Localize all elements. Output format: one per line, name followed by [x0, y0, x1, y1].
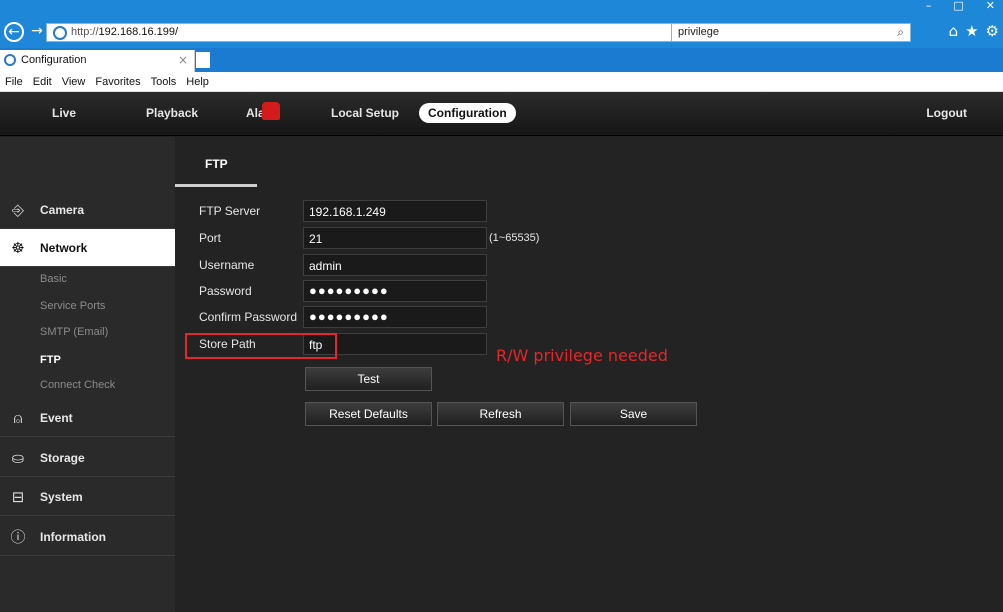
nav-playback[interactable]: Playback	[146, 106, 198, 120]
browser-titlebar: – □ ✕ ← → http://192.168.16.199/ ▾ ⟳ pri…	[0, 0, 1003, 48]
browser-tabbar: Configuration ×	[0, 48, 1003, 72]
forward-button[interactable]: →	[27, 22, 47, 42]
nav-configuration[interactable]: Configuration	[419, 103, 516, 123]
password-field[interactable]: ●●●●●●●●●	[303, 280, 487, 302]
minimize-icon[interactable]: –	[926, 0, 932, 14]
browser-tab[interactable]: Configuration ×	[0, 50, 195, 72]
event-icon: ⍝	[13, 409, 23, 427]
menu-favorites[interactable]: Favorites	[95, 76, 140, 88]
reset-defaults-button[interactable]: Reset Defaults	[305, 402, 432, 426]
port-label: Port	[199, 231, 222, 245]
information-icon: ⓘ	[10, 528, 26, 546]
system-icon: ⊟	[11, 488, 25, 506]
sidebar-item-label: Information	[40, 530, 106, 544]
password-label: Password	[199, 284, 252, 298]
address-url: http://192.168.16.199/	[71, 26, 178, 38]
sidebar-subitem-ftp[interactable]: FTP	[40, 354, 61, 366]
privilege-annotation: R/W privilege needed	[496, 346, 668, 365]
port-range-hint: (1~65535)	[489, 232, 540, 244]
confirm-password-label: Confirm Password	[199, 310, 298, 324]
sidebar-subitem-service-ports[interactable]: Service Ports	[40, 300, 105, 312]
search-input[interactable]: privilege ⌕	[671, 23, 911, 42]
ie-page-icon	[53, 26, 67, 40]
address-bar[interactable]: http://192.168.16.199/ ▾ ⟳	[46, 23, 698, 42]
sidebar-item-label: Camera	[40, 203, 85, 217]
search-value: privilege	[678, 26, 719, 38]
tab-ftp-label: FTP	[205, 157, 228, 171]
favorites-icon[interactable]: ★	[965, 22, 978, 40]
menu-view[interactable]: View	[62, 76, 86, 88]
tab-ftp[interactable]: FTP	[175, 137, 257, 187]
nav-live[interactable]: Live	[52, 106, 76, 120]
sidebar-subitem-basic[interactable]: Basic	[40, 273, 67, 285]
sidebar-item-system[interactable]: ⊟ System	[0, 478, 175, 516]
address-url-host: 192.168.16.199/	[98, 26, 179, 38]
sidebar-subitem-connect-check[interactable]: Connect Check	[40, 379, 115, 391]
storage-icon: ⛀	[11, 449, 25, 467]
ftp-server-label: FTP Server	[199, 204, 261, 218]
store-path-field[interactable]: ftp	[303, 333, 487, 355]
address-url-prefix: http://	[71, 26, 99, 38]
menu-file[interactable]: File	[5, 76, 23, 88]
browser-menubar: File Edit View Favorites Tools Help	[0, 72, 1003, 92]
sidebar-item-label: System	[40, 490, 83, 504]
tab-close-icon[interactable]: ×	[178, 53, 188, 67]
sidebar-item-camera[interactable]: ⎆ Camera	[0, 191, 175, 229]
menu-help[interactable]: Help	[186, 76, 209, 88]
tab-favicon-icon	[4, 54, 16, 66]
port-field[interactable]: 21	[303, 227, 487, 249]
save-button[interactable]: Save	[570, 402, 697, 426]
camera-icon: ⎆	[11, 201, 24, 219]
logout-button[interactable]: Logout	[926, 106, 967, 120]
home-icon[interactable]: ⌂	[949, 22, 959, 40]
username-label: Username	[199, 258, 255, 272]
sidebar-item-event[interactable]: ⍝ Event	[0, 399, 175, 437]
sidebar-subitem-smtp[interactable]: SMTP (Email)	[40, 326, 108, 338]
new-tab-button[interactable]	[196, 52, 210, 68]
menu-tools[interactable]: Tools	[151, 76, 177, 88]
close-window-icon[interactable]: ✕	[986, 0, 995, 14]
confirm-password-field[interactable]: ●●●●●●●●●	[303, 306, 487, 328]
sidebar-item-storage[interactable]: ⛀ Storage	[0, 439, 175, 477]
back-button[interactable]: ←	[4, 22, 24, 42]
tab-title: Configuration	[21, 54, 87, 66]
active-tab-underline	[175, 184, 257, 187]
network-icon: ☸	[11, 239, 25, 257]
nav-local-setup[interactable]: Local Setup	[331, 106, 399, 120]
sidebar-item-network[interactable]: ☸ Network	[0, 229, 185, 267]
browser-toolbar-icons: ⌂ ★ ⚙	[949, 22, 999, 40]
search-icon[interactable]: ⌕	[897, 25, 904, 40]
maximize-icon[interactable]: □	[953, 0, 963, 14]
store-path-label: Store Path	[199, 337, 256, 351]
refresh-button[interactable]: Refresh	[437, 402, 564, 426]
alarm-icon	[262, 102, 280, 120]
sidebar-item-label: Storage	[40, 451, 85, 465]
window-controls: – □ ✕	[926, 0, 1003, 14]
sidebar-item-label: Network	[40, 241, 88, 255]
main-content: FTP FTP Server 192.168.1.249 Port 21 (1~…	[175, 137, 1003, 612]
ftp-server-field[interactable]: 192.168.1.249	[303, 200, 487, 222]
menu-edit[interactable]: Edit	[33, 76, 52, 88]
sidebar: ⎆ Camera ☸ Network Basic Service Ports S…	[0, 137, 185, 612]
settings-icon[interactable]: ⚙	[986, 22, 999, 40]
sidebar-item-information[interactable]: ⓘ Information	[0, 518, 175, 556]
test-button[interactable]: Test	[305, 367, 432, 391]
sidebar-item-label: Event	[40, 411, 73, 425]
username-field[interactable]: admin	[303, 254, 487, 276]
app-top-nav: Live Playback Alarm Local Setup Configur…	[0, 92, 1003, 136]
